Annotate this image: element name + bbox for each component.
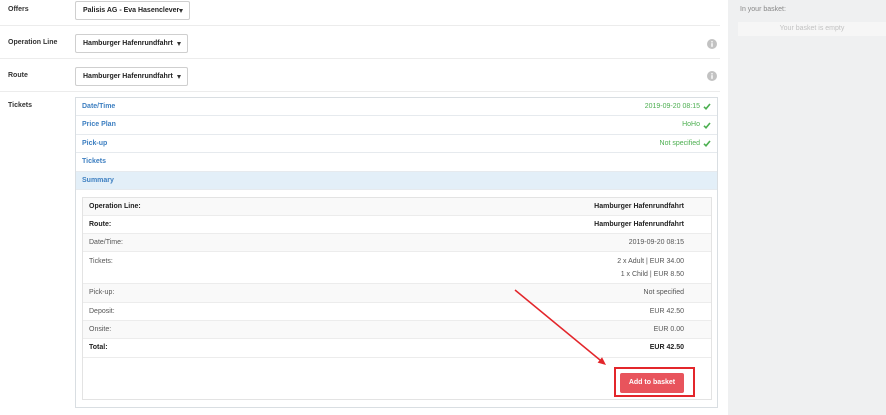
summary-label: Deposit:: [89, 308, 115, 315]
tickets-label: Tickets: [8, 102, 32, 109]
summary-value: EUR 0.00: [653, 326, 684, 333]
step-label: Price Plan: [82, 121, 116, 128]
route-select[interactable]: Hamburger Hafenrundfahrt: [75, 67, 188, 86]
step-summary[interactable]: Summary: [76, 172, 717, 190]
step-value: HoHo: [682, 121, 700, 128]
operation-line-select-value: Hamburger Hafenrundfahrt: [83, 40, 173, 47]
summary-label: Onsite:: [89, 326, 112, 333]
chevron-down-icon: [179, 9, 183, 13]
info-icon[interactable]: [707, 71, 717, 81]
chevron-down-icon: [177, 42, 181, 46]
check-icon: [703, 140, 711, 147]
summary-value: 2019-09-20 08:15: [628, 239, 684, 246]
row-divider: [0, 25, 720, 26]
row-divider: [0, 58, 720, 59]
tickets-panel: Date/Time 2019-09-20 08:15 Price Plan Ho…: [75, 97, 718, 408]
summary-value: Hamburger Hafenrundfahrt: [594, 203, 684, 210]
basket-title: In your basket:: [740, 6, 786, 13]
step-value: 2019-09-20 08:15: [644, 103, 700, 110]
route-select-value: Hamburger Hafenrundfahrt: [83, 73, 173, 80]
check-icon: [703, 122, 711, 129]
offers-select[interactable]: Palisis AG - Eva Hasenclever: [75, 1, 190, 20]
summary-label: Date/Time:: [89, 239, 123, 246]
summary-row: Tickets: 2 x Adult | EUR 34.00 1 x Child…: [83, 252, 711, 284]
step-label: Summary: [82, 177, 114, 184]
step-pick-up[interactable]: Pick-up Not specified: [76, 135, 717, 153]
summary-label: Pick-up:: [89, 289, 115, 296]
summary-value: 2 x Adult | EUR 34.00: [617, 258, 684, 265]
summary-value: EUR 42.50: [649, 308, 684, 315]
summary-row: Route: Hamburger Hafenrundfahrt: [83, 216, 711, 234]
summary-value: Not specified: [643, 289, 684, 296]
summary-value: EUR 42.50: [649, 344, 684, 351]
route-label: Route: [8, 72, 28, 79]
offers-label: Offers: [8, 6, 29, 13]
summary-row: Date/Time: 2019-09-20 08:15: [83, 234, 711, 252]
summary-row: Pick-up: Not specified: [83, 284, 711, 303]
offers-select-value: Palisis AG - Eva Hasenclever: [83, 7, 180, 14]
basket-empty-message: Your basket is empty: [738, 22, 886, 36]
add-to-basket-button[interactable]: Add to basket: [620, 373, 684, 393]
step-price-plan[interactable]: Price Plan HoHo: [76, 116, 717, 135]
summary-row: Deposit: EUR 42.50: [83, 303, 711, 321]
step-date-time[interactable]: Date/Time 2019-09-20 08:15: [76, 98, 717, 116]
summary-label: Total:: [89, 344, 108, 351]
step-label: Date/Time: [82, 103, 116, 110]
step-tickets[interactable]: Tickets: [76, 153, 717, 172]
basket-panel: In your basket: Your basket is empty: [728, 0, 886, 415]
step-label: Pick-up: [82, 140, 108, 147]
operation-line-select[interactable]: Hamburger Hafenrundfahrt: [75, 34, 188, 53]
step-value: Not specified: [659, 140, 700, 147]
step-label: Tickets: [82, 158, 106, 165]
check-icon: [703, 103, 711, 110]
summary-row-total: Total: EUR 42.50: [83, 339, 711, 358]
summary-label: Route:: [89, 221, 112, 228]
summary-label: Tickets:: [89, 258, 113, 265]
summary-box: Operation Line: Hamburger Hafenrundfahrt…: [82, 197, 712, 400]
summary-value: 1 x Child | EUR 8.50: [620, 271, 684, 278]
summary-label: Operation Line:: [89, 203, 141, 210]
summary-row: Operation Line: Hamburger Hafenrundfahrt: [83, 198, 711, 216]
summary-value: Hamburger Hafenrundfahrt: [594, 221, 684, 228]
chevron-down-icon: [177, 75, 181, 79]
operation-line-label: Operation Line: [8, 39, 58, 46]
summary-row: Onsite: EUR 0.00: [83, 321, 711, 339]
info-icon[interactable]: [707, 39, 717, 49]
row-divider: [0, 91, 720, 92]
